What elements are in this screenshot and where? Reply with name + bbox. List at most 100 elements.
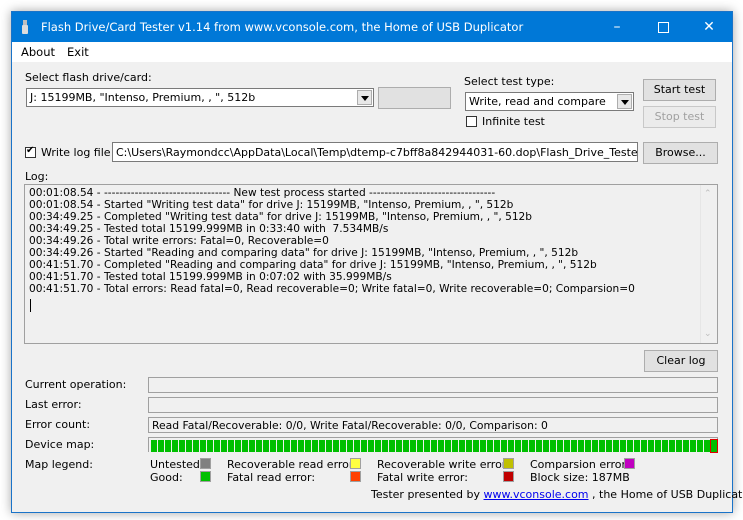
last-error-label: Last error: [25, 398, 82, 411]
last-error-field [148, 397, 718, 413]
legend-fatal-write-swatch [503, 471, 514, 482]
device-map-block [333, 440, 339, 452]
minimize-button[interactable]: – [594, 12, 640, 42]
vconsole-link[interactable]: www.vconsole.com [484, 488, 589, 501]
log-line: 00:41:51.70 - Completed "Reading and com… [29, 259, 597, 271]
device-map-block [298, 440, 304, 452]
device-map-block [151, 440, 157, 452]
device-map-block [452, 440, 458, 452]
legend-fatal-read-label: Fatal read error: [227, 471, 316, 484]
device-map-block [564, 440, 570, 452]
log-label: Log: [25, 170, 49, 183]
log-line: 00:34:49.25 - Tested total 15199.999MB i… [29, 223, 389, 235]
device-map-block [620, 440, 626, 452]
device-map-block [592, 440, 598, 452]
footer-text: Tester presented by www.vconsole.com , t… [371, 488, 743, 501]
log-line: 00:01:08.54 - Started "Writing test data… [29, 199, 514, 211]
device-map-block [690, 440, 696, 452]
device-map-block-current [710, 439, 718, 453]
drive-select-label: Select flash drive/card: [25, 71, 152, 84]
device-map-block [326, 440, 332, 452]
write-log-checkbox[interactable] [25, 145, 36, 158]
device-map-block [557, 440, 563, 452]
title-bar[interactable]: Flash Drive/Card Tester v1.14 from www.v… [12, 12, 732, 42]
scroll-up-icon[interactable]: ⌃ [704, 189, 712, 199]
device-map-block [543, 440, 549, 452]
legend-good-swatch [200, 471, 211, 482]
device-map-block [382, 440, 388, 452]
device-map-block [697, 440, 703, 452]
device-map-block [242, 440, 248, 452]
infinite-test-label: Infinite test [482, 115, 545, 128]
device-map-block [354, 440, 360, 452]
log-path-value: C:\Users\Raymondcc\AppData\Local\Temp\dt… [116, 146, 638, 159]
chevron-down-icon[interactable] [357, 90, 372, 105]
log-path-input[interactable]: C:\Users\Raymondcc\AppData\Local\Temp\dt… [112, 142, 638, 162]
legend-untested-swatch [200, 458, 211, 469]
device-map-block [585, 440, 591, 452]
log-line: 00:01:08.54 - --------------------------… [29, 187, 496, 199]
app-window: Flash Drive/Card Tester v1.14 from www.v… [11, 11, 743, 513]
device-map-block [403, 440, 409, 452]
device-map-block [704, 440, 710, 452]
legend-good-label: Good: [150, 471, 183, 484]
device-map-block [249, 440, 255, 452]
device-map-block [536, 440, 542, 452]
device-map-block [375, 440, 381, 452]
refresh-button[interactable] [378, 87, 451, 109]
close-icon: ✕ [703, 19, 715, 35]
maximize-icon [657, 21, 669, 33]
device-map-block [480, 440, 486, 452]
device-map-block [683, 440, 689, 452]
device-map-block [165, 440, 171, 452]
device-map-block [347, 440, 353, 452]
device-map-block [312, 440, 318, 452]
device-map-block [361, 440, 367, 452]
device-map-block [200, 440, 206, 452]
stop-test-button[interactable]: Stop test [643, 106, 716, 128]
close-button[interactable]: ✕ [686, 12, 732, 42]
scroll-down-icon[interactable]: ⌄ [704, 329, 712, 339]
device-map-block [515, 440, 521, 452]
log-scrollbar[interactable]: ⌃ ⌄ [700, 185, 717, 343]
legend-recoverable-read-label: Recoverable read error: [227, 458, 357, 471]
device-map-block [270, 440, 276, 452]
usb-drive-icon [22, 20, 28, 34]
menu-bar: About Exit [12, 42, 732, 62]
device-map-block [627, 440, 633, 452]
clear-log-button[interactable]: Clear log [644, 350, 718, 372]
legend-comparison-swatch [624, 458, 635, 469]
log-textarea[interactable]: 00:01:08.54 - --------------------------… [24, 184, 718, 344]
device-map-block [207, 440, 213, 452]
map-legend-label: Map legend: [25, 458, 93, 471]
menu-about[interactable]: About [21, 45, 55, 59]
start-test-button[interactable]: Start test [643, 79, 716, 101]
device-map-block [284, 440, 290, 452]
footer-prefix: Tester presented by [371, 488, 481, 501]
device-map-block [319, 440, 325, 452]
device-map-block [494, 440, 500, 452]
text-caret [30, 299, 31, 312]
current-operation-label: Current operation: [25, 378, 127, 391]
test-type-select[interactable]: Write, read and compare [465, 92, 634, 111]
maximize-button[interactable] [640, 12, 686, 42]
menu-exit[interactable]: Exit [67, 45, 89, 59]
device-map-block [277, 440, 283, 452]
device-map-block [256, 440, 262, 452]
error-count-field: Read Fatal/Recoverable: 0/0, Write Fatal… [148, 417, 718, 433]
device-map-block [368, 440, 374, 452]
device-map-block [466, 440, 472, 452]
legend-recoverable-read-swatch [350, 458, 361, 469]
device-map-block [179, 440, 185, 452]
log-line: 00:34:49.26 - Total write errors: Fatal=… [29, 235, 329, 247]
test-type-label: Select test type: [464, 75, 555, 88]
device-map-block [487, 440, 493, 452]
device-map-block [235, 440, 241, 452]
device-map-block [473, 440, 479, 452]
drive-select[interactable]: J: 15199MB, "Intenso, Premium, , ", 512b [26, 88, 374, 107]
infinite-test-checkbox[interactable] [466, 116, 477, 127]
chevron-down-icon[interactable] [617, 94, 632, 109]
browse-button[interactable]: Browse... [643, 142, 718, 164]
device-map-block [396, 440, 402, 452]
device-map-block [172, 440, 178, 452]
